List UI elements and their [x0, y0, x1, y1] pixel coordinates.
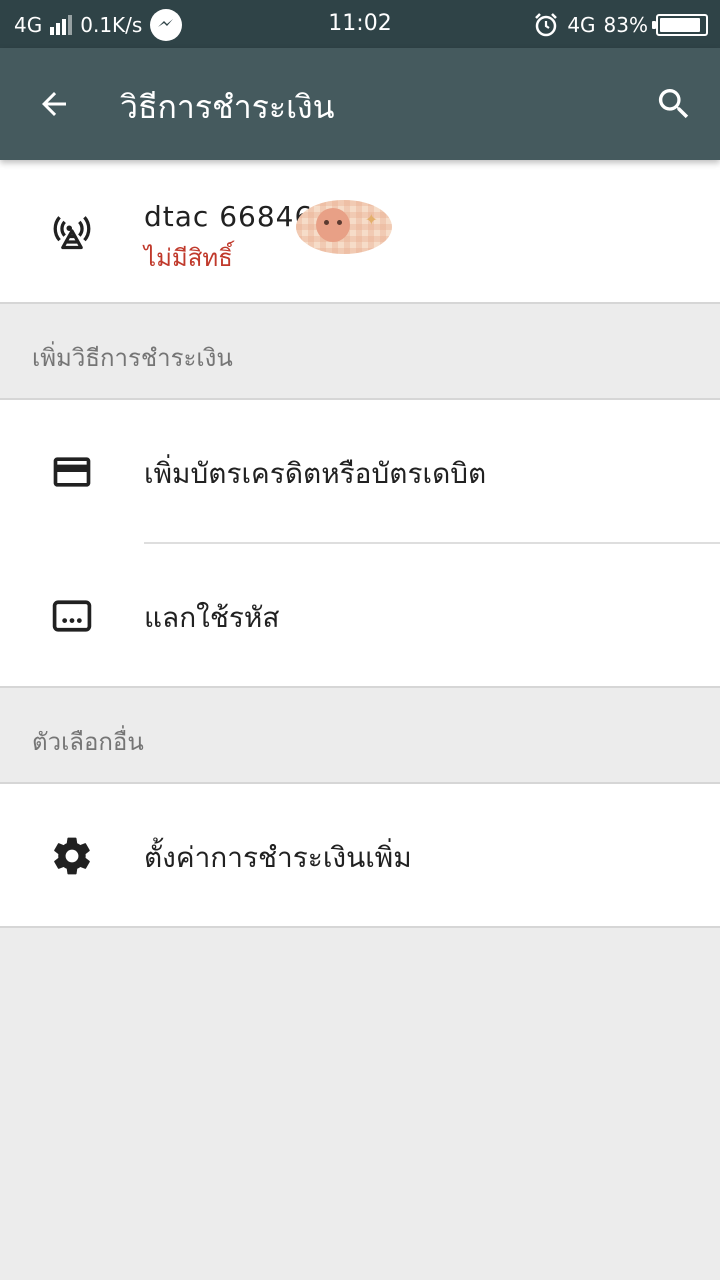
- app-bar: วิธีการชำระเงิน: [0, 48, 720, 160]
- back-button[interactable]: [24, 76, 84, 132]
- redeem-code-icon: [48, 592, 96, 640]
- battery-icon: [652, 14, 708, 36]
- sticker-overlay: ✦: [296, 200, 392, 254]
- page-title: วิธีการชำระเงิน: [120, 88, 335, 126]
- search-icon: [658, 89, 689, 119]
- network-type-right: 4G: [567, 13, 596, 37]
- carrier-status: ไม่มีสิทธิ์: [144, 244, 233, 272]
- payment-settings-label: ตั้งค่าการชำระเงินเพิ่ม: [144, 841, 412, 874]
- add-method-header-label: เพิ่มวิธีการชำระเงิน: [32, 344, 233, 372]
- alarm-icon: [535, 13, 558, 37]
- section-divider: [0, 926, 720, 928]
- redeem-code-label: แลกใช้รหัส: [144, 601, 280, 634]
- add-method-section-header: เพิ่มวิธีการชำระเงิน: [0, 304, 720, 398]
- credit-card-icon: [48, 448, 96, 496]
- payment-settings-row[interactable]: ตั้งค่าการชำระเงินเพิ่ม: [0, 784, 720, 926]
- other-options-section-header: ตัวเลือกอื่น: [0, 688, 720, 782]
- arrow-back-icon: [42, 92, 66, 116]
- status-right: 4G 83%: [533, 9, 708, 41]
- cell-tower-icon: [48, 207, 96, 255]
- search-button[interactable]: [644, 76, 704, 132]
- add-card-row[interactable]: เพิ่มบัตรเครดิตหรือบัตรเดบิต: [0, 400, 720, 542]
- status-bar: 4G 0.1K/s 11:02 4G 83%: [0, 0, 720, 48]
- battery-percent: 83%: [603, 13, 648, 37]
- add-method-card: เพิ่มบัตรเครดิตหรือบัตรเดบิต แลกใช้รหัส: [0, 400, 720, 686]
- redeem-code-row[interactable]: แลกใช้รหัส: [0, 544, 720, 686]
- gear-icon: [48, 832, 96, 880]
- carrier-billing-row[interactable]: dtac 668464 ไม่มีสิทธิ์ ✦: [0, 160, 720, 302]
- other-options-header-label: ตัวเลือกอื่น: [32, 728, 144, 756]
- add-card-label: เพิ่มบัตรเครดิตหรือบัตรเดบิต: [144, 457, 487, 490]
